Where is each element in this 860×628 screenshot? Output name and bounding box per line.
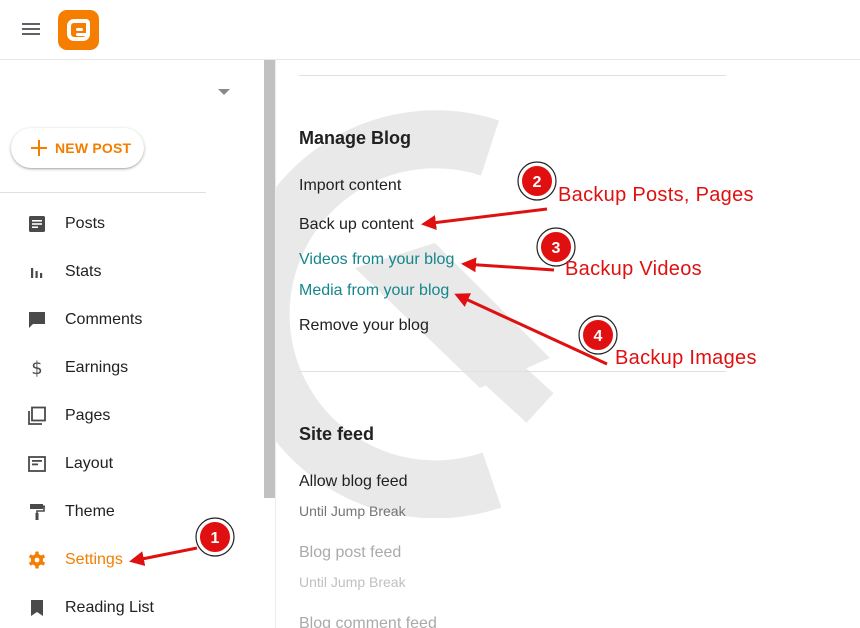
sidebar-item-label: Settings (65, 551, 123, 568)
svg-text:$: $ (31, 358, 42, 378)
sidebar-item-label: Comments (65, 311, 143, 328)
gear-icon (29, 551, 45, 569)
sidebar-item-label: Theme (65, 503, 115, 520)
sidebar-item-label: Reading List (65, 599, 154, 616)
remove-blog-link[interactable]: Remove your blog (299, 317, 429, 335)
callout-text-backup-posts: Backup Posts, Pages (558, 184, 754, 206)
layout-icon (28, 456, 46, 472)
sidebar-item-reading-list[interactable]: Reading List (0, 584, 263, 628)
sidebar-item-settings[interactable]: Settings (0, 536, 263, 584)
manage-blog-heading: Manage Blog (299, 128, 412, 148)
import-content-link[interactable]: Import content (299, 177, 401, 195)
pages-icon (28, 406, 46, 425)
media-from-blog-link[interactable]: Media from your blog (299, 282, 449, 300)
bookmark-icon (31, 600, 43, 616)
caret-down-icon[interactable] (214, 86, 234, 98)
videos-from-blog-link[interactable]: Videos from your blog (299, 251, 454, 269)
sidebar-item-earnings[interactable]: $ Earnings (0, 344, 263, 392)
allow-blog-feed-setting[interactable]: Allow blog feed (299, 473, 408, 491)
sidebar-item-label: Stats (65, 263, 102, 280)
sidebar-item-theme[interactable]: Theme (0, 488, 263, 536)
site-feed-heading: Site feed (299, 424, 375, 444)
sidebar: NEW POST Posts Stats Comments $ Earnings… (0, 60, 263, 628)
sidebar-item-stats[interactable]: Stats (0, 248, 263, 296)
sidebar-item-comments[interactable]: Comments (0, 296, 263, 344)
new-post-label: NEW POST (55, 140, 132, 156)
blog-post-feed-value: Until Jump Break (299, 574, 406, 590)
back-up-content-link[interactable]: Back up content (299, 216, 414, 234)
section-divider (299, 75, 726, 76)
hamburger-menu-icon[interactable] (20, 18, 42, 40)
blog-post-feed-setting: Blog post feed (299, 544, 402, 561)
dollar-icon: $ (31, 358, 42, 378)
allow-blog-feed-value: Until Jump Break (299, 503, 406, 519)
posts-icon (29, 216, 45, 232)
callout-text-backup-images: Backup Images (615, 347, 757, 369)
section-divider (299, 371, 726, 372)
sidebar-scrollbar[interactable] (264, 60, 275, 498)
watermark-logo-icon (276, 110, 554, 518)
plus-icon (31, 140, 47, 156)
sidebar-nav: Posts Stats Comments $ Earnings Pages La… (0, 200, 263, 628)
sidebar-divider (0, 192, 206, 193)
sidebar-item-label: Layout (65, 455, 114, 472)
callout-text-backup-videos: Backup Videos (565, 258, 702, 280)
sidebar-item-label: Earnings (65, 359, 129, 376)
sidebar-item-label: Pages (65, 407, 111, 424)
blog-comment-feed-setting: Blog comment feed (299, 615, 437, 628)
paint-roller-icon (30, 504, 45, 520)
stats-icon (31, 268, 43, 278)
top-app-bar (0, 0, 860, 60)
comment-icon (29, 312, 45, 328)
new-post-button[interactable]: NEW POST (11, 128, 144, 168)
sidebar-item-layout[interactable]: Layout (0, 440, 263, 488)
blogger-logo-icon[interactable] (58, 10, 99, 50)
sidebar-item-posts[interactable]: Posts (0, 200, 263, 248)
sidebar-item-label: Posts (65, 215, 106, 232)
settings-content: Manage Blog Import content Back up conte… (276, 60, 860, 628)
sidebar-item-pages[interactable]: Pages (0, 392, 263, 440)
